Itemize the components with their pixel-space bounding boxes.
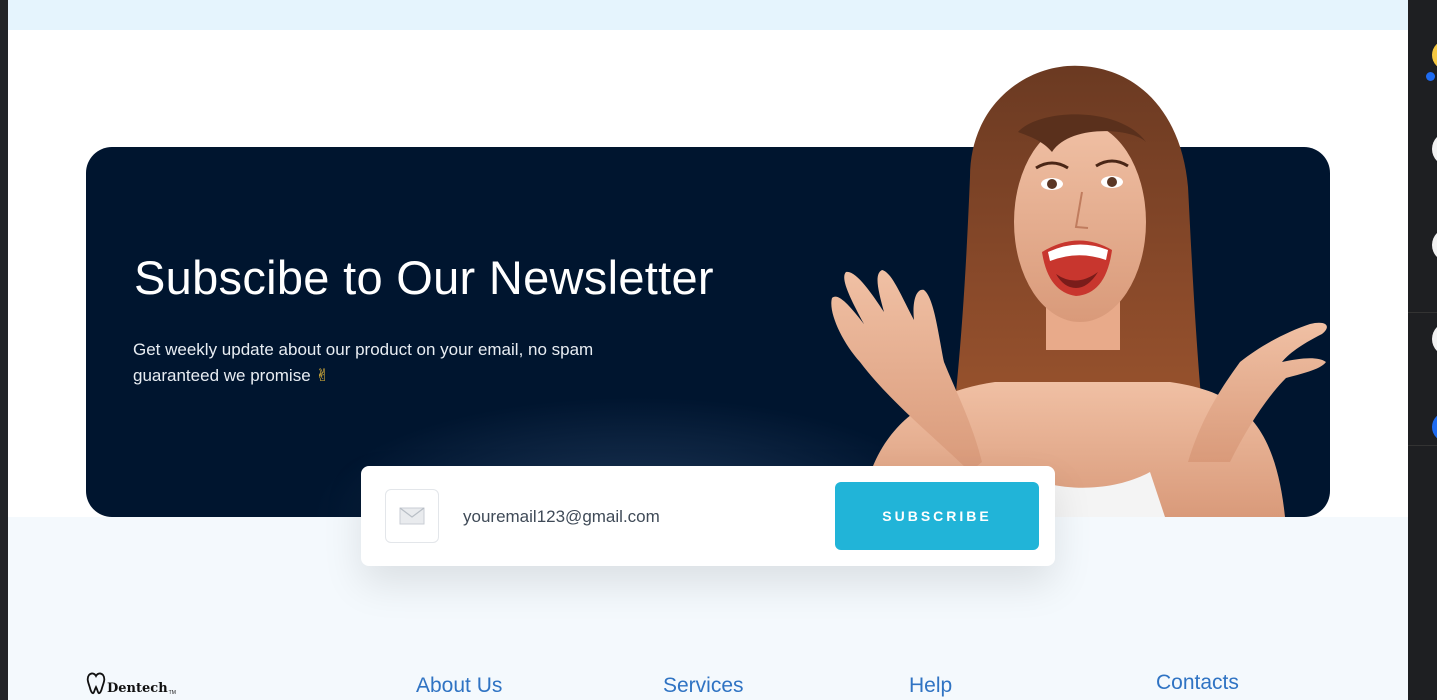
- panel-notification-dot: [1426, 72, 1435, 81]
- brand-logo[interactable]: Dentech TM: [86, 672, 176, 696]
- logo-trademark: TM: [168, 690, 176, 696]
- tooth-logo-icon: [86, 672, 106, 695]
- footer-link-services[interactable]: Services: [663, 674, 744, 698]
- footer-link-contacts[interactable]: Contacts: [1156, 671, 1239, 695]
- panel-blue-icon[interactable]: [1432, 412, 1437, 442]
- victory-hand-emoji: ✌: [315, 366, 330, 385]
- subscribe-form: SUBSCRIBE: [361, 466, 1055, 566]
- footer-link-help[interactable]: Help: [909, 674, 952, 698]
- excited-woman-image: [831, 65, 1327, 517]
- newsletter-title: Subscibe to Our Newsletter: [134, 251, 714, 304]
- right-side-panel: [1408, 0, 1437, 700]
- left-window-edge: [0, 0, 8, 700]
- top-band: [8, 0, 1408, 30]
- newsletter-description: Get weekly update about our product on y…: [133, 337, 653, 389]
- description-text: Get weekly update about our product on y…: [133, 340, 594, 385]
- logo-text: Dentech: [107, 681, 168, 696]
- panel-circle-icon[interactable]: [1432, 228, 1437, 262]
- subscribe-button[interactable]: SUBSCRIBE: [835, 482, 1039, 550]
- envelope-icon: [385, 489, 439, 543]
- panel-divider: [1408, 445, 1437, 446]
- panel-circle-icon[interactable]: [1432, 322, 1437, 356]
- email-input[interactable]: [461, 496, 825, 538]
- panel-divider: [1408, 312, 1437, 313]
- panel-avatar-icon[interactable]: [1432, 40, 1437, 70]
- panel-circle-icon[interactable]: [1432, 132, 1437, 166]
- footer-link-about-us[interactable]: About Us: [416, 674, 502, 698]
